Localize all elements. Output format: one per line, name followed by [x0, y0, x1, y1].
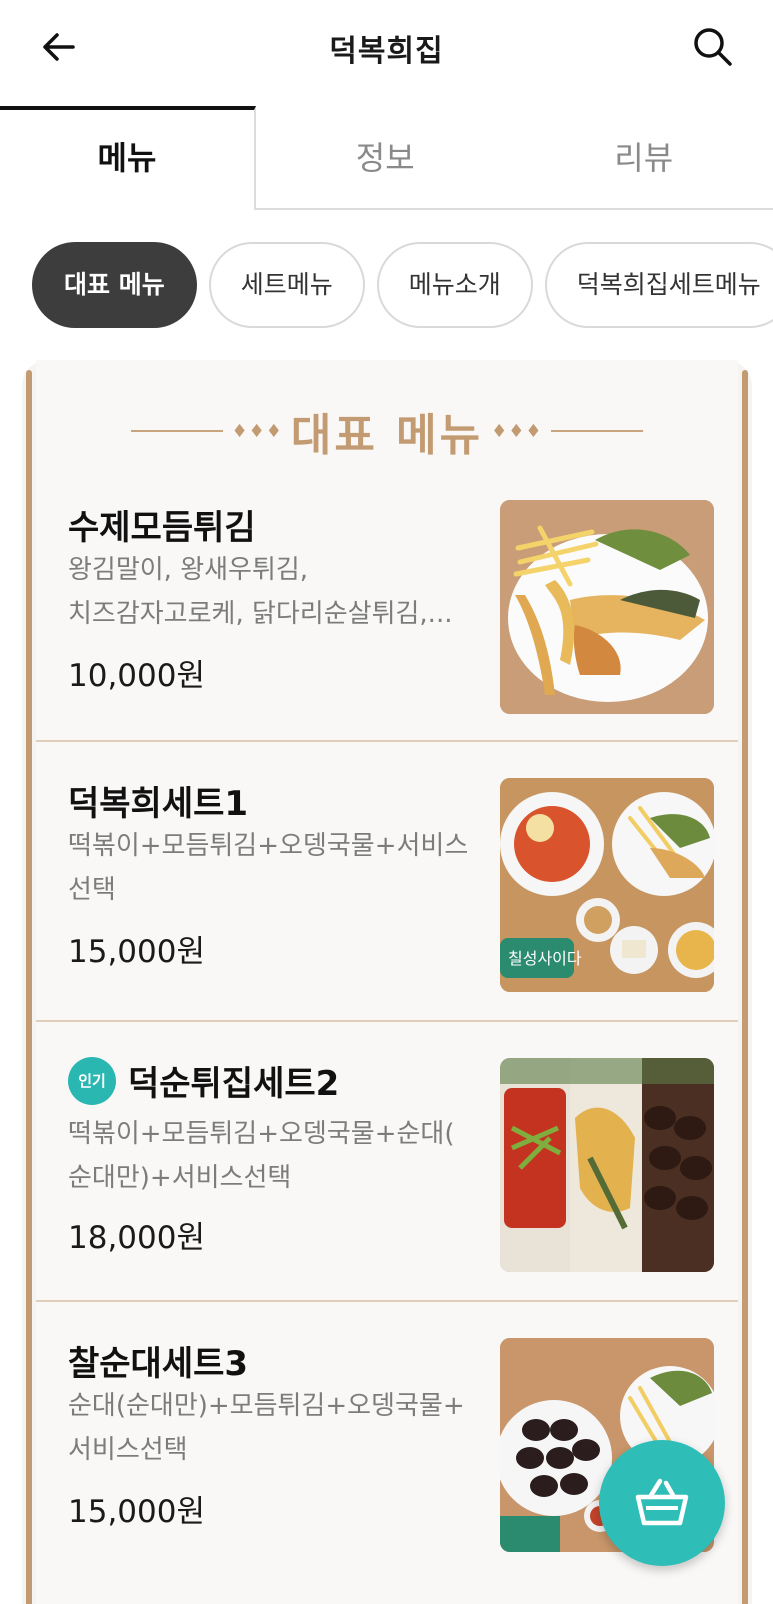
item-price: 10,000원: [68, 658, 205, 694]
category-chips: 대표 메뉴 세트메뉴 메뉴소개 덕복희집세트메뉴: [32, 242, 773, 330]
item-description-line: 서비스선택: [68, 1435, 188, 1465]
divider: [131, 430, 224, 432]
tab-info[interactable]: 정보: [256, 106, 515, 210]
chip-menu-intro[interactable]: 메뉴소개: [376, 242, 533, 328]
svg-text:칠성사이다: 칠성사이다: [508, 949, 582, 968]
item-price: 15,000원: [68, 1494, 205, 1530]
diamond-ornament-icon: ♦♦♦: [231, 420, 283, 442]
item-name: 수제모듬튀김: [68, 508, 256, 548]
item-description: 떡볶이+모듬튀김+오뎅국물+서비스 선택: [68, 824, 508, 912]
item-description-line: 치즈감자고로케, 닭다리순살튀김,...: [68, 599, 453, 629]
item-name-row: 인기 덕순튀집세트2: [68, 1056, 339, 1105]
item-photo: [500, 1058, 714, 1272]
tab-menu[interactable]: 메뉴: [0, 106, 256, 210]
item-name-row: 덕복희세트1: [68, 776, 248, 825]
item-name: 덕순튀집세트2: [128, 1064, 340, 1104]
shopping-basket-icon: [635, 1478, 689, 1526]
menu-board-inner: ♦♦♦ 대표 메뉴 ♦♦♦ 수제모듬튀김 왕김말이, 왕새우튀김, 치즈감자고로…: [36, 360, 738, 1604]
menu-item[interactable]: 덕복희세트1 떡볶이+모듬튀김+오뎅국물+서비스 선택 15,000원 칠성사이…: [36, 742, 738, 1022]
chip-store-set-menu[interactable]: 덕복희집세트메뉴: [544, 242, 773, 328]
search-button[interactable]: [688, 22, 738, 72]
set-meal-image: 칠성사이다: [500, 778, 714, 992]
diamond-ornament-icon: ♦♦♦: [491, 420, 543, 442]
menu-item[interactable]: 인기 덕순튀집세트2 떡볶이+모듬튀김+오뎅국물+순대( 순대만)+서비스선택 …: [36, 1022, 738, 1302]
item-price: 18,000원: [68, 1220, 205, 1256]
chip-signature-menu[interactable]: 대표 메뉴: [32, 242, 197, 328]
popular-badge: 인기: [68, 1056, 116, 1105]
item-description: 떡볶이+모듬튀김+오뎅국물+순대( 순대만)+서비스선택: [68, 1112, 508, 1200]
item-name-row: 수제모듬튀김: [68, 500, 256, 549]
divider: [550, 430, 643, 432]
fried-platter-image: [500, 500, 714, 714]
item-photo: [500, 500, 714, 714]
item-description: 왕김말이, 왕새우튀김, 치즈감자고로케, 닭다리순살튀김,...: [68, 548, 488, 636]
item-description-line: 순대만)+서비스선택: [68, 1163, 292, 1193]
menu-board: ♦♦♦ 대표 메뉴 ♦♦♦ 수제모듬튀김 왕김말이, 왕새우튀김, 치즈감자고로…: [22, 360, 752, 1604]
menu-item[interactable]: 수제모듬튀김 왕김말이, 왕새우튀김, 치즈감자고로케, 닭다리순살튀김,...…: [36, 478, 738, 742]
section-title: 대표 메뉴: [290, 410, 484, 461]
item-price: 15,000원: [68, 934, 205, 970]
item-description-line: 왕김말이, 왕새우튀김,: [68, 555, 309, 585]
item-name-row: 찰순대세트3: [68, 1336, 248, 1385]
item-name: 찰순대세트3: [68, 1344, 249, 1384]
tab-review[interactable]: 리뷰: [514, 106, 773, 210]
item-photo: 칠성사이다: [500, 778, 714, 992]
item-description-line: 선택: [68, 875, 116, 905]
page-title: 덕복희집: [329, 34, 444, 69]
tab-bar: 메뉴 정보 리뷰: [0, 106, 773, 210]
combo-collage-image: [500, 1058, 714, 1272]
item-description-line: 떡볶이+모듬튀김+오뎅국물+서비스: [68, 831, 469, 861]
item-description-line: 순대(순대만)+모듬튀김+오뎅국물+: [68, 1391, 465, 1421]
item-name: 덕복희세트1: [68, 784, 249, 824]
item-description-line: 떡볶이+모듬튀김+오뎅국물+순대(: [68, 1119, 455, 1149]
section-header: ♦♦♦ 대표 메뉴 ♦♦♦: [36, 396, 738, 466]
search-icon: [694, 28, 732, 66]
app-header: 덕복희집: [0, 0, 773, 100]
cart-button[interactable]: [599, 1440, 725, 1566]
chip-set-menu[interactable]: 세트메뉴: [208, 242, 365, 328]
item-description: 순대(순대만)+모듬튀김+오뎅국물+ 서비스선택: [68, 1384, 508, 1472]
